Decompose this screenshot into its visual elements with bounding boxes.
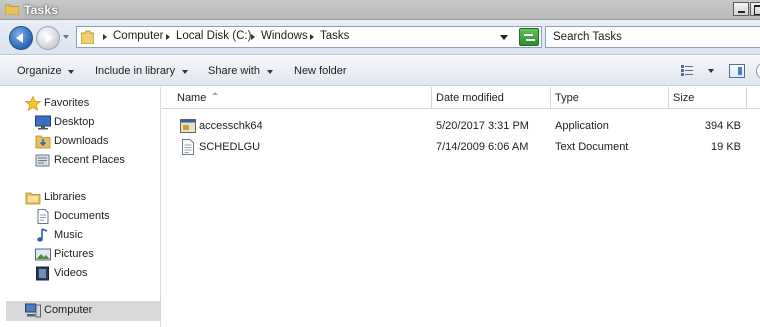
column-header-label: Name [177,92,207,104]
folder-icon [81,30,94,44]
documents-icon [37,209,49,224]
share-with-button[interactable]: Share with [208,65,260,77]
nav-item-label: Pictures [54,248,94,260]
file-name: SCHEDLGU [199,141,261,153]
recent-places-icon [35,154,50,167]
file-date-modified: 7/14/2009 6:06 AM [436,141,529,153]
forward-button[interactable] [36,26,60,50]
search-input[interactable]: Search Tasks [545,26,760,48]
libraries-icon [25,192,41,205]
view-options-dropdown-icon[interactable] [708,69,714,73]
nav-computer-label: Computer [44,304,93,316]
folder-icon [5,4,19,15]
file-type: Application [555,120,609,132]
desktop-icon [35,115,51,130]
star-icon [25,96,41,111]
videos-icon [36,266,49,281]
text-document-icon [182,139,194,155]
column-header-size[interactable]: Size [669,87,747,109]
breadcrumb-tasks[interactable]: Tasks [320,30,349,42]
file-row[interactable]: accesschk64 5/20/2017 3:31 PM Applicatio… [162,116,760,136]
breadcrumb-local-disk[interactable]: Local Disk (C:) [176,30,251,42]
file-name: accesschk64 [199,120,263,132]
navigation-row: Computer Local Disk (C:) Windows Tasks S… [0,20,760,55]
file-list: accesschk64 5/20/2017 3:31 PM Applicatio… [162,109,760,327]
file-row[interactable]: SCHEDLGU 7/14/2009 6:06 AM Text Document… [162,137,760,157]
organize-dropdown-icon[interactable] [68,70,74,74]
window-title: Tasks [24,3,59,17]
pictures-icon [35,248,51,261]
breadcrumb-windows[interactable]: Windows [261,30,308,42]
share-with-dropdown-icon[interactable] [267,70,273,74]
breadcrumb-separator-icon[interactable] [310,34,314,40]
nav-item-label: Recent Places [54,154,125,166]
column-header-label: Date modified [436,92,504,104]
address-history-dropdown-icon[interactable] [500,35,508,40]
navigation-pane: Favorites Desktop Downloads Recent Place… [0,87,161,327]
application-icon [180,119,196,133]
computer-icon [25,303,41,318]
recent-pages-dropdown-icon[interactable] [63,35,69,39]
nav-favorites-label: Favorites [44,97,90,109]
nav-item-label: Videos [54,267,88,279]
file-size: 394 KB [704,120,741,132]
column-header-date-modified[interactable]: Date modified [432,87,551,109]
downloads-icon [35,135,51,149]
nav-item-label: Documents [54,210,110,222]
column-header-label: Size [673,92,695,104]
minimize-button[interactable] [733,2,749,16]
refresh-icon[interactable] [519,28,539,46]
sort-ascending-icon [212,92,218,95]
organize-button[interactable]: Organize [17,65,62,77]
breadcrumb-separator-icon[interactable] [103,34,107,40]
file-type: Text Document [555,141,629,153]
search-placeholder: Search Tasks [553,31,622,43]
include-in-library-button[interactable]: Include in library [95,65,175,77]
column-headers: Name Date modified Type Size [162,87,760,109]
nav-item-label: Desktop [54,116,95,128]
column-header-type[interactable]: Type [551,87,669,109]
column-header-label: Type [555,92,579,104]
change-view-icon[interactable] [681,65,693,76]
title-bar: Tasks [0,0,760,20]
preview-pane-icon[interactable] [729,64,745,78]
command-bar: Organize Include in library Share with N… [0,56,760,86]
file-date-modified: 5/20/2017 3:31 PM [436,120,529,132]
new-folder-button[interactable]: New folder [294,65,347,77]
breadcrumb-separator-icon[interactable] [166,34,170,40]
nav-item-label: Music [54,229,83,241]
include-in-library-dropdown-icon[interactable] [182,70,188,74]
maximize-button[interactable] [750,2,760,16]
address-bar[interactable]: Computer Local Disk (C:) Windows Tasks [76,26,542,48]
nav-item-label: Downloads [54,135,109,147]
column-header-name[interactable]: Name [162,87,432,109]
breadcrumb-computer[interactable]: Computer [113,30,164,42]
nav-libraries-label: Libraries [44,191,87,203]
help-icon[interactable] [756,63,760,79]
music-icon [37,228,48,242]
breadcrumb-separator-icon[interactable] [251,34,255,40]
back-button[interactable] [9,26,33,50]
file-size: 19 KB [711,141,741,153]
